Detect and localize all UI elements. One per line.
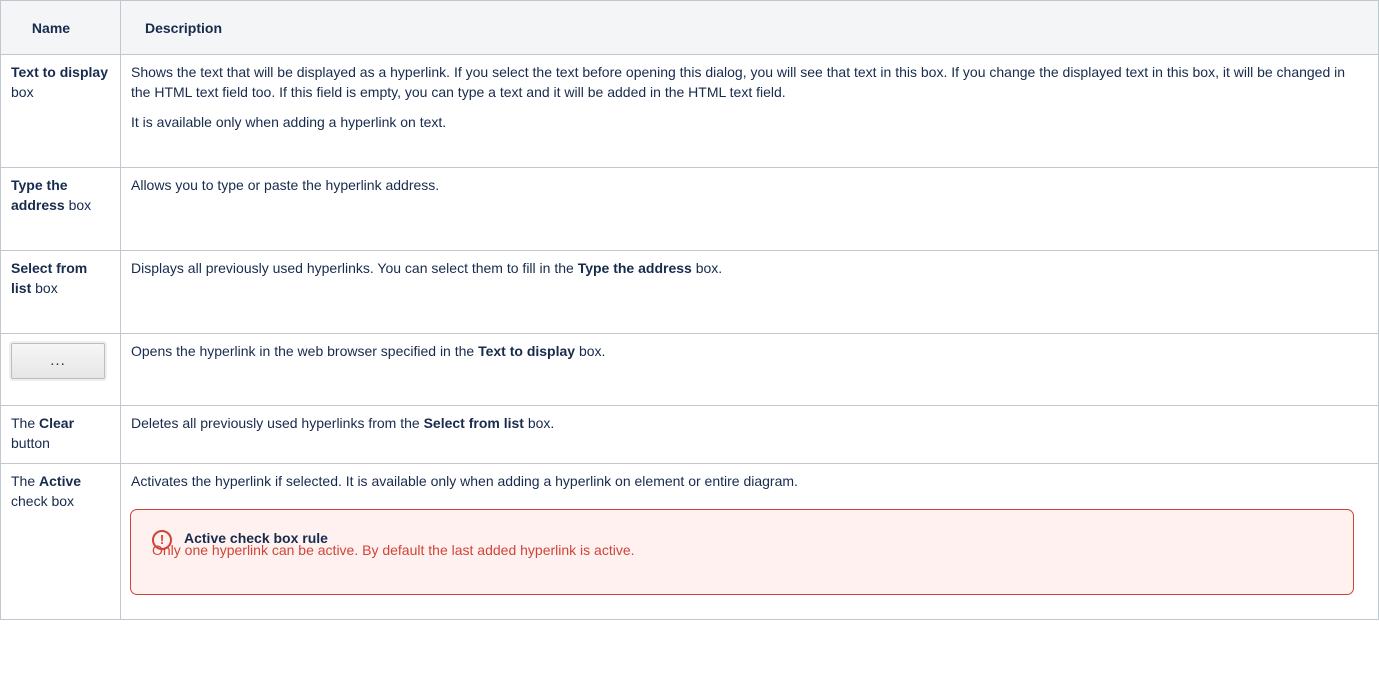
row-name-cell: Select from list box — [0, 250, 121, 334]
table-row: ... Opens the hyperlink in the web brows… — [0, 333, 1379, 406]
row-name-cell: The Active check box — [0, 463, 121, 620]
row-description-cell: Activates the hyperlink if selected. It … — [120, 463, 1379, 620]
row-name-cell: The Clear button — [0, 405, 121, 464]
warning-panel: ! Active check box rule Only one hyperli… — [130, 509, 1354, 595]
table-row: The Active check box Activates the hyper… — [0, 463, 1379, 620]
properties-table: Name Description Text to display box Sho… — [0, 0, 1379, 620]
table-row: The Clear button Deletes all previously … — [0, 405, 1379, 464]
table-row: Text to display box Shows the text that … — [0, 54, 1379, 168]
row-name-cell: Type the address box — [0, 167, 121, 251]
warning-panel-body: Only one hyperlink can be active. By def… — [152, 542, 635, 558]
table-header-row: Name Description — [0, 0, 1379, 55]
row-description-cell: Displays all previously used hyperlinks.… — [120, 250, 1379, 334]
table-row: Select from list box Displays all previo… — [0, 250, 1379, 334]
row-description-cell: Opens the hyperlink in the web browser s… — [120, 333, 1379, 406]
row-description-cell: Deletes all previously used hyperlinks f… — [120, 405, 1379, 464]
row-name-cell: Text to display box — [0, 54, 121, 168]
header-name: Name — [0, 0, 121, 55]
row-name-cell: ... — [0, 333, 121, 406]
browse-ellipsis-button-image: ... — [11, 343, 105, 379]
row-description-cell: Allows you to type or paste the hyperlin… — [120, 167, 1379, 251]
header-description: Description — [120, 0, 1379, 55]
row-description-cell: Shows the text that will be displayed as… — [120, 54, 1379, 168]
table-row: Type the address box Allows you to type … — [0, 167, 1379, 251]
